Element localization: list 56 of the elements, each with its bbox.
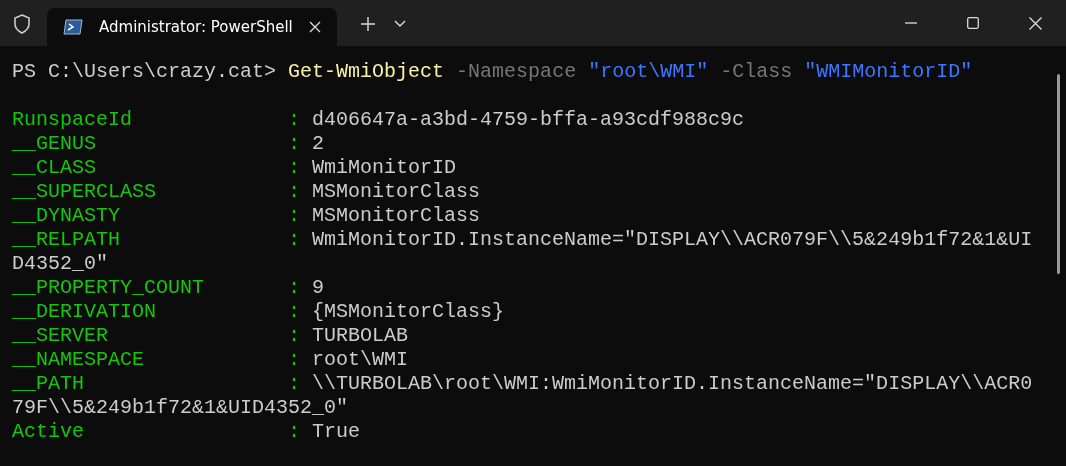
parameter-name: -Class [720, 60, 793, 83]
property-value: 2 [312, 132, 325, 155]
property-name: __DYNASTY [12, 204, 122, 228]
property-name: __GENUS [12, 132, 97, 156]
separator-colon: : [288, 156, 302, 180]
terminal-tab[interactable]: Administrator: PowerShell [47, 8, 337, 46]
property-value: WmiMonitorID [312, 156, 457, 179]
property-name: __PROPERTY_COUNT [12, 276, 206, 300]
separator-colon: : [288, 324, 302, 348]
property-name: __NAMESPACE [12, 348, 146, 372]
string-argument: "root\WMI" [588, 60, 709, 83]
separator-colon: : [288, 300, 302, 324]
separator-colon: : [288, 204, 302, 228]
close-tab-button[interactable] [309, 21, 321, 33]
property-value: True [312, 420, 361, 443]
property-name: __DERIVATION [12, 300, 158, 324]
property-name: __RELPATH [12, 228, 122, 252]
property-name: __SUPERCLASS [12, 180, 158, 204]
separator-colon: : [288, 108, 302, 132]
property-name: __SERVER [12, 324, 109, 348]
property-name: __PATH [12, 372, 85, 396]
property-value: MSMonitorClass [312, 204, 481, 227]
separator-colon: : [288, 228, 302, 252]
property-value: D4352_0" [12, 252, 108, 275]
command-name: Get-WmiObject [288, 60, 445, 83]
shield-icon [13, 14, 31, 34]
close-icon [1028, 16, 1042, 30]
separator-colon: : [288, 420, 302, 444]
property-name: RunspaceId [12, 108, 134, 132]
parameter-name: -Namespace [456, 60, 577, 83]
property-value: TURBOLAB [312, 324, 409, 347]
property-value: WmiMonitorID.InstanceName="DISPLAY\\ACR079F\\5&249b1f72&1&UI [312, 228, 1033, 251]
separator-colon: : [288, 348, 302, 372]
property-name: Active [12, 420, 85, 444]
tab-title: Administrator: PowerShell [99, 16, 294, 38]
prompt-text: PS C:\Users\crazy.cat> [12, 60, 277, 83]
property-value: MSMonitorClass [312, 180, 481, 203]
property-value: {MSMonitorClass} [312, 300, 505, 323]
separator-colon: : [288, 180, 302, 204]
close-icon [309, 21, 321, 33]
separator-colon: : [288, 132, 302, 156]
property-value: 79F\\5&249b1f72&1&UID4352_0" [12, 396, 349, 419]
minimize-icon [905, 22, 917, 24]
string-argument: "WMIMonitorID" [804, 60, 973, 83]
property-value: root\WMI [312, 348, 409, 371]
property-value: d406647a-a3bd-4759-bffa-a93cdf988c9c [312, 108, 745, 131]
maximize-icon [967, 17, 979, 29]
chevron-down-icon [394, 20, 406, 28]
separator-colon: : [288, 372, 302, 396]
plus-icon [361, 17, 375, 31]
separator-colon: : [288, 276, 302, 300]
property-name: __CLASS [12, 156, 97, 180]
scrollbar[interactable] [1057, 74, 1060, 274]
powershell-icon [63, 19, 83, 35]
property-value: \\TURBOLAB\root\WMI:WmiMonitorID.InstanceName="DISPLAY\\ACR0 [312, 372, 1033, 395]
property-value: 9 [312, 276, 325, 299]
